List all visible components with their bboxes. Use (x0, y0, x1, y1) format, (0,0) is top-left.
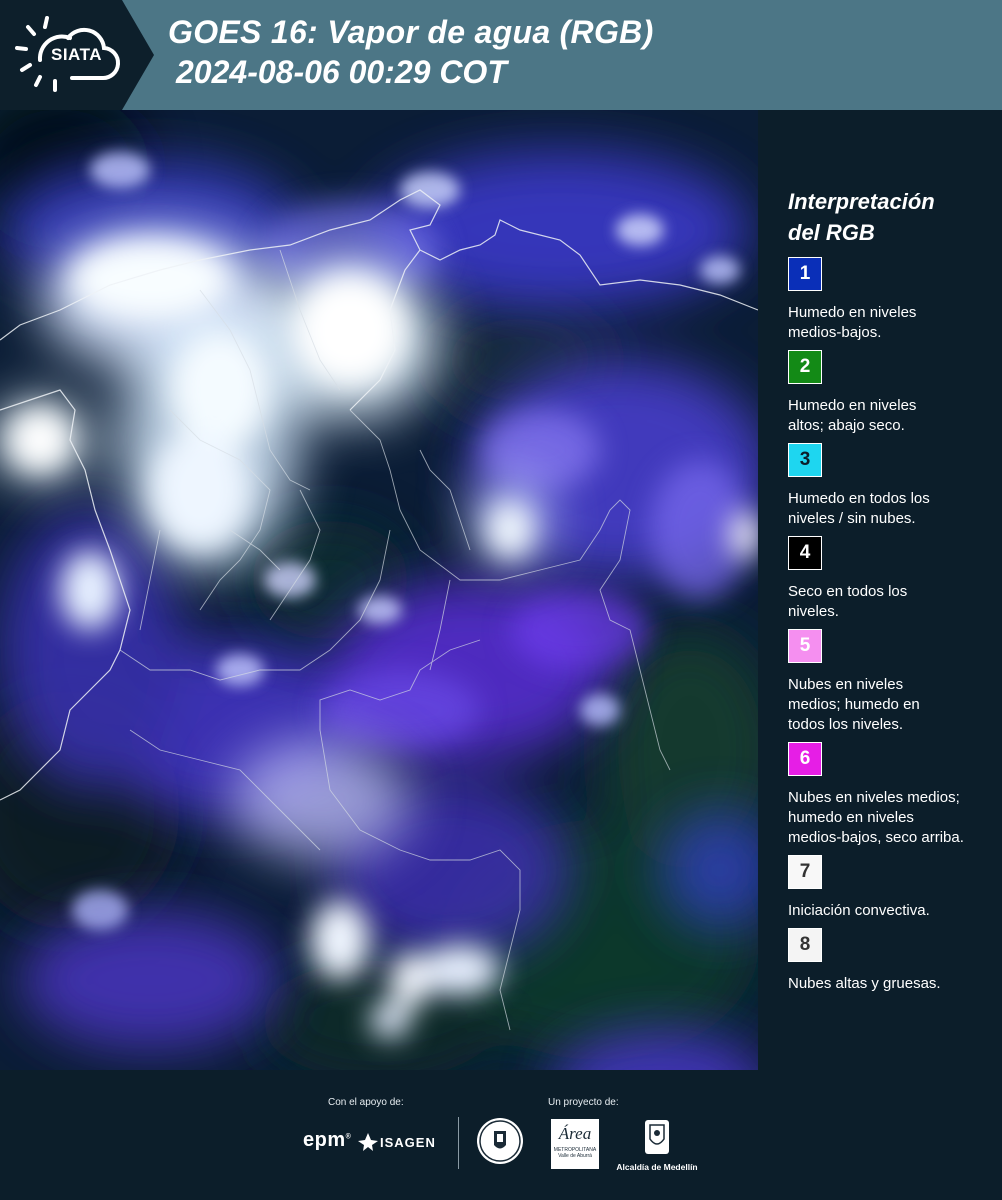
legend-item-1: 1 Humedo en niveles medios-bajos. (788, 257, 916, 343)
legend-description: Seco en todos los niveles. (788, 582, 907, 622)
legend-description-line: humedo en niveles (788, 809, 914, 826)
header-bar: SIATA GOES 16: Vapor de agua (RGB) 2024-… (0, 0, 1002, 110)
legend-swatch: 3 (788, 443, 822, 477)
epm-logo-text: epm (303, 1129, 346, 1151)
legend-description-line: Humedo en todos los (788, 490, 930, 507)
legend-description-line: Seco en todos los (788, 583, 908, 600)
page-title: GOES 16: Vapor de agua (RGB) (168, 14, 654, 50)
legend-description: Humedo en todos los niveles / sin nubes. (788, 489, 930, 529)
logo-arrow-shape (122, 0, 154, 110)
legend-description-line: medios; humedo en (788, 696, 920, 713)
isagen-logo: ISAGEN (358, 1133, 436, 1151)
area-logo-sub2: Valle de Aburrá (558, 1153, 592, 1159)
legend-description-line: niveles. (788, 603, 839, 620)
isagen-icon (358, 1133, 378, 1151)
legend-swatch: 2 (788, 350, 822, 384)
legend-item-2: 2 Humedo en niveles altos; abajo seco. (788, 350, 916, 436)
alcaldia-logo: Alcaldía de Medellín (612, 1119, 702, 1172)
legend-description: Humedo en niveles altos; abajo seco. (788, 396, 916, 436)
isagen-text: ISAGEN (380, 1134, 436, 1150)
legend-description-line: altos; abajo seco. (788, 417, 905, 434)
legend-description-line: medios-bajos, seco arriba. (788, 829, 964, 846)
project-label: Un proyecto de: (548, 1097, 619, 1108)
footer: Con el apoyo de: Un proyecto de: epm® IS… (0, 1070, 1002, 1200)
legend-description-line: Humedo en niveles (788, 304, 917, 321)
satellite-map[interactable] (0, 110, 758, 1070)
legend-description-line: Nubes en niveles medios; (788, 789, 960, 806)
legend-description: Nubes altas y gruesas. (788, 974, 941, 994)
satellite-image (0, 110, 758, 1070)
support-label: Con el apoyo de: (328, 1097, 404, 1108)
legend-item-8: 8 Nubes altas y gruesas. (788, 928, 941, 994)
seal-icon (479, 1120, 521, 1162)
legend-description-line: Iniciación convectiva. (788, 902, 930, 919)
legend-description-line: niveles / sin nubes. (788, 510, 916, 527)
legend-description: Humedo en niveles medios-bajos. (788, 303, 916, 343)
legend-item-7: 7 Iniciación convectiva. (788, 855, 930, 921)
legend-description: Nubes en niveles medios; humedo en nivele… (788, 788, 964, 848)
area-logo-text: Área (558, 1124, 592, 1143)
epm-logo: epm® (303, 1129, 352, 1151)
legend-title-line2: del RGB (788, 220, 875, 245)
legend-title: Interpretación del RGB (788, 186, 988, 248)
legend-swatch: 4 (788, 536, 822, 570)
footer-divider (458, 1117, 459, 1169)
legend-description-line: Nubes altas y gruesas. (788, 975, 941, 992)
legend-swatch: 5 (788, 629, 822, 663)
legend-swatch: 6 (788, 742, 822, 776)
legend-description-line: todos los niveles. (788, 716, 904, 733)
logo-text: SIATA (51, 45, 102, 64)
legend-swatch: 7 (788, 855, 822, 889)
legend-swatch: 1 (788, 257, 822, 291)
legend-item-5: 5 Nubes en niveles medios; humedo en todos … (788, 629, 920, 735)
legend-title-line1: Interpretación (788, 189, 935, 214)
legend-description-line: Nubes en niveles (788, 676, 904, 693)
legend-description-line: medios-bajos. (788, 324, 882, 341)
legend-description-line: Humedo en niveles (788, 397, 917, 414)
legend-item-6: 6 Nubes en niveles medios; humedo en nivel… (788, 742, 964, 848)
legend-item-3: 3 Humedo en todos los niveles / sin nubes. (788, 443, 930, 529)
rgb-legend: Interpretación del RGB (788, 186, 988, 254)
legend-swatch: 8 (788, 928, 822, 962)
legend-description: Nubes en niveles medios; humedo en todos l… (788, 675, 920, 735)
area-metropolitana-logo: Área METROPOLITANA Valle de Aburrá (551, 1119, 599, 1169)
alcaldia-crest-icon (645, 1120, 669, 1154)
siata-logo: SIATA (0, 0, 122, 110)
medellin-seal (477, 1118, 523, 1164)
timestamp: 2024-08-06 00:29 COT (176, 54, 507, 90)
legend-description: Iniciación convectiva. (788, 901, 930, 921)
alcaldia-text: Alcaldía de Medellín (616, 1162, 698, 1172)
legend-item-4: 4 Seco en todos los niveles. (788, 536, 907, 622)
